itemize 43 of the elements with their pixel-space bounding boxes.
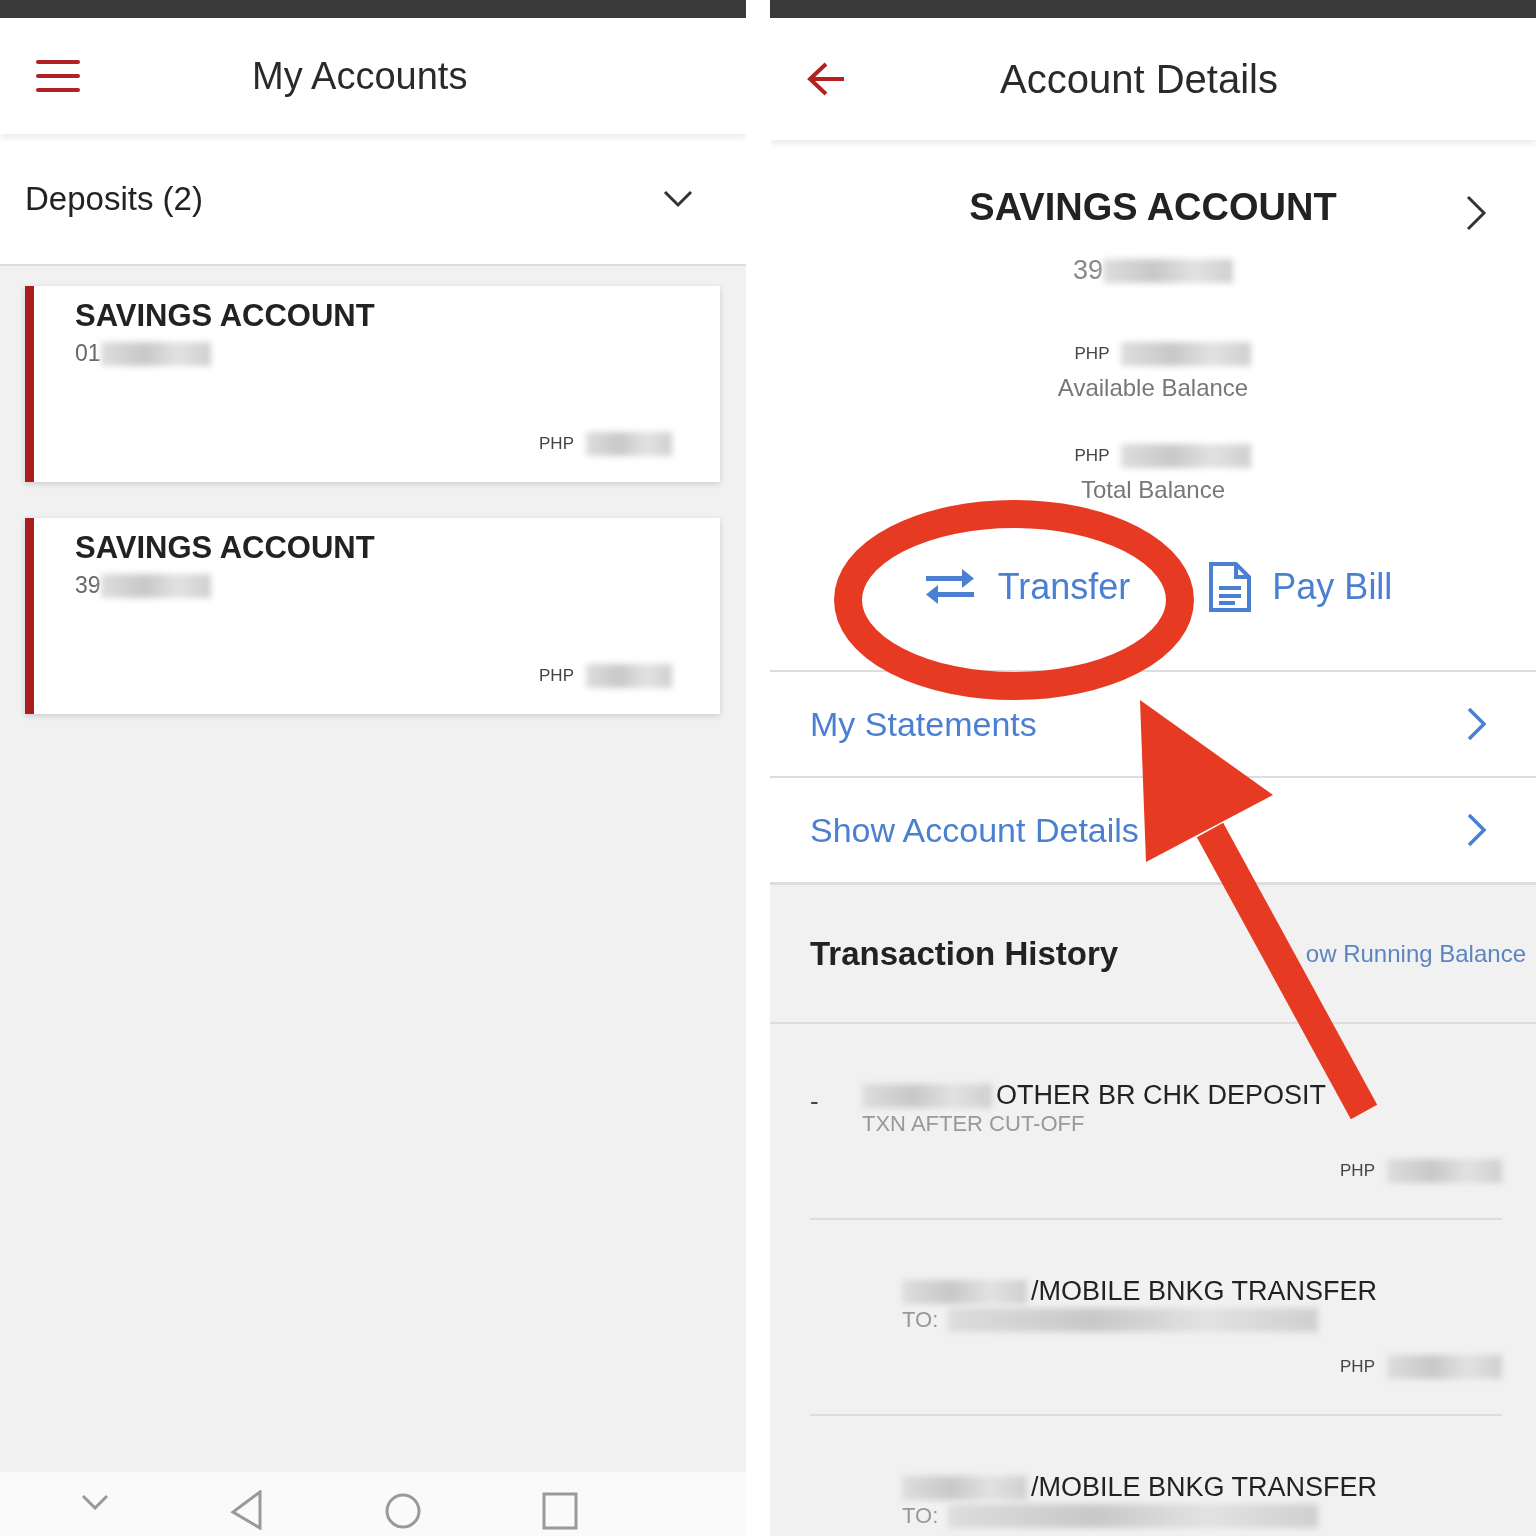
- account-number: 39: [1072, 255, 1103, 286]
- menu-icon[interactable]: [36, 59, 80, 93]
- currency-label: PHP: [1074, 446, 1110, 466]
- transaction-title: /MOBILE BNKG TRANSFER: [1031, 1472, 1378, 1503]
- menu-row[interactable]: Show Account Details: [770, 776, 1536, 882]
- menu-row-label: My Statements: [810, 704, 1037, 744]
- section-title: Deposits (2): [25, 180, 203, 218]
- currency-label: PHP: [1074, 344, 1110, 364]
- transaction-detail: TO:: [902, 1503, 939, 1529]
- screen-title: My Accounts: [252, 54, 468, 98]
- currency-label: PHP: [539, 434, 574, 454]
- account-name: SAVINGS ACCOUNT: [75, 298, 376, 334]
- transaction-title: OTHER BR CHK DEPOSIT: [996, 1080, 1327, 1111]
- account-name: SAVINGS ACCOUNT: [969, 186, 1337, 229]
- account-number: 39: [75, 572, 101, 599]
- section-title: Transaction History: [810, 934, 1119, 973]
- balance-label: Available Balance: [1057, 374, 1249, 402]
- screen-title: Account Details: [1000, 56, 1278, 102]
- transaction-title: /MOBILE BNKG TRANSFER: [1031, 1276, 1378, 1307]
- action-label: Transfer: [997, 566, 1131, 608]
- currency-label: PHP: [539, 666, 574, 686]
- account-name: SAVINGS ACCOUNT: [75, 530, 376, 566]
- currency-label: PHP: [1340, 1357, 1375, 1377]
- chevron-right-icon: [1466, 706, 1488, 742]
- back-icon[interactable]: [230, 1490, 264, 1530]
- chevron-right-icon[interactable]: [1464, 194, 1488, 232]
- transaction-detail: TXN AFTER CUT-OFF: [862, 1111, 1085, 1137]
- account-card[interactable]: SAVINGS ACCOUNT 39 PHP: [25, 518, 720, 714]
- balance-label: Total Balance: [1080, 476, 1226, 504]
- account-number: 01: [75, 340, 101, 367]
- section-header[interactable]: Deposits (2): [0, 134, 746, 266]
- currency-label: PHP: [1340, 1161, 1375, 1181]
- action-button[interactable]: Pay Bill: [1208, 561, 1393, 613]
- menu-row-label: Show Account Details: [810, 810, 1139, 850]
- document-icon: [1208, 561, 1253, 613]
- recents-icon[interactable]: [542, 1490, 578, 1530]
- action-label: Pay Bill: [1272, 566, 1393, 608]
- account-card[interactable]: SAVINGS ACCOUNT 01 PHP: [25, 286, 720, 482]
- transaction-detail: TO:: [902, 1307, 939, 1333]
- action-button[interactable]: Transfer: [921, 566, 1131, 608]
- chevron-right-icon: [1466, 812, 1488, 848]
- status-mark: -: [810, 1086, 819, 1116]
- running-balance-link[interactable]: ow Running Balance: [1305, 939, 1526, 968]
